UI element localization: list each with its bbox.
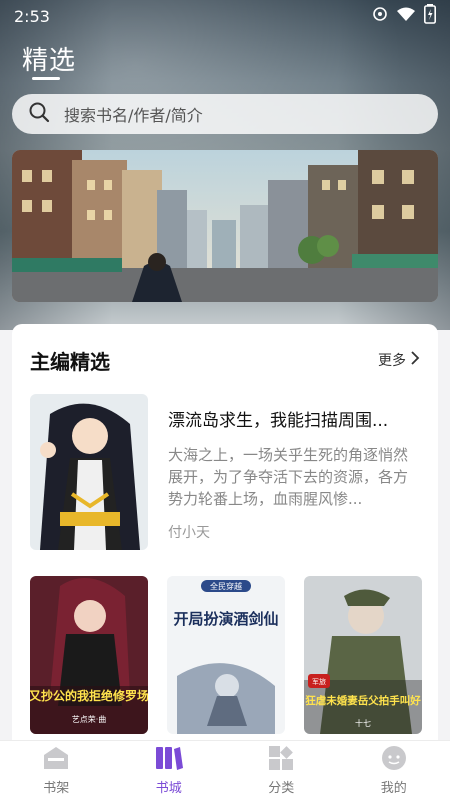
book-card[interactable]: 军旅 狂虐未婚妻岳父拍手叫好 十七 bbox=[304, 576, 422, 734]
tab-category[interactable]: 分类 bbox=[225, 741, 338, 800]
editor-picks-card: 主编精选 更多 漂流岛求生，我能扫描周围... 大海之上，一场关乎生死的角逐悄然… bbox=[12, 324, 438, 754]
profile-icon bbox=[381, 745, 407, 775]
status-bar: 2:53 bbox=[0, 0, 450, 32]
chevron-right-icon bbox=[410, 351, 420, 369]
book-cover-title-3: 狂虐未婚妻岳父拍手叫好 bbox=[305, 694, 421, 707]
section-title: 主编精选 bbox=[30, 350, 110, 374]
wifi-icon bbox=[396, 6, 416, 26]
tab-label: 分类 bbox=[268, 781, 295, 796]
title-underline bbox=[32, 77, 60, 80]
book-cover-badge-3: 军旅 bbox=[312, 677, 326, 686]
book-card[interactable]: 又抄公的我拒绝修罗场 艺点荣·曲 bbox=[30, 576, 148, 734]
page-title: 精选 bbox=[22, 46, 77, 76]
bookshelf-icon bbox=[42, 745, 70, 775]
status-time: 2:53 bbox=[14, 6, 50, 26]
featured-book[interactable]: 漂流岛求生，我能扫描周围... 大海之上，一场关乎生死的角逐悄然展开，为了争夺活… bbox=[30, 394, 422, 552]
featured-book-cover bbox=[30, 394, 148, 550]
tab-bookshelf[interactable]: 书架 bbox=[0, 741, 113, 800]
book-cover-author-3: 十七 bbox=[355, 718, 371, 728]
book-cover-title-2: 开局扮演酒剑仙 bbox=[173, 610, 278, 628]
notification-icon bbox=[372, 6, 388, 26]
promo-banner[interactable] bbox=[12, 150, 438, 302]
featured-book-description: 大海之上，一场关乎生死的角逐悄然展开，为了争夺活下去的资源，各方势力轮番上场，血… bbox=[168, 446, 409, 508]
more-link[interactable]: 更多 bbox=[378, 350, 420, 370]
bookstore-icon bbox=[154, 745, 184, 775]
tab-label: 书架 bbox=[43, 781, 70, 796]
banner-city-illustration bbox=[12, 150, 438, 302]
featured-book-author: 付小天 bbox=[168, 525, 210, 541]
battery-icon bbox=[424, 4, 436, 28]
more-label: 更多 bbox=[378, 353, 406, 369]
tab-bookstore[interactable]: 书城 bbox=[113, 741, 226, 800]
status-icons bbox=[372, 4, 436, 28]
book-cover-title-1: 又抄公的我拒绝修罗场 bbox=[30, 688, 148, 703]
search-input[interactable]: 搜索书名/作者/简介 bbox=[12, 94, 438, 134]
tab-label: 我的 bbox=[380, 781, 407, 796]
bottom-tab-bar: 书架 书城 分类 我的 bbox=[0, 740, 450, 800]
search-placeholder: 搜索书名/作者/简介 bbox=[64, 106, 203, 125]
book-list: 又抄公的我拒绝修罗场 艺点荣·曲 全民穿越 开局扮演酒剑仙 军旅 狂虐未婚妻岳父… bbox=[30, 576, 422, 736]
book-card[interactable]: 全民穿越 开局扮演酒剑仙 bbox=[167, 576, 285, 734]
book-cover-badge-2: 全民穿越 bbox=[210, 581, 242, 591]
tab-label: 书城 bbox=[155, 781, 182, 796]
book-cover-author-1: 艺点荣·曲 bbox=[72, 714, 107, 724]
category-icon bbox=[268, 745, 294, 775]
search-icon bbox=[28, 101, 50, 127]
featured-book-title: 漂流岛求生，我能扫描周围... bbox=[168, 411, 389, 431]
tab-profile[interactable]: 我的 bbox=[338, 741, 450, 800]
